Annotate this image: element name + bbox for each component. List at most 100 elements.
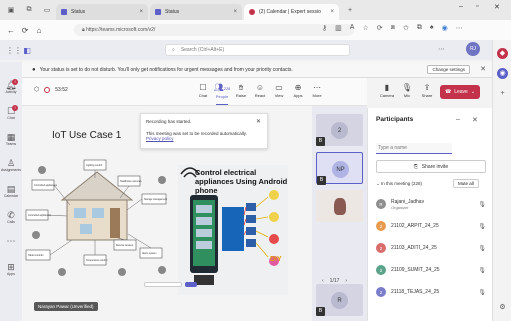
raise-hand-button[interactable]: ✋︎ Raise	[232, 82, 250, 98]
search-input[interactable]: ⌕ Search (Ctrl+Alt+E)	[165, 44, 350, 56]
participant-row[interactable]: 2 21102_ARPIT_24_25 🎙︎	[376, 220, 488, 232]
in-meeting-header[interactable]: ⌄ In this meeting (228)	[376, 181, 422, 187]
diagram-label: Temperature control	[86, 259, 108, 262]
video-tile[interactable]: R B	[316, 284, 363, 316]
close-toast-icon[interactable]: ✕	[256, 118, 261, 125]
apps-icon: ⊞	[7, 262, 15, 272]
new-tab-icon[interactable]: +	[343, 3, 357, 17]
tab-actions-icon[interactable]: ▭	[40, 3, 54, 17]
rail-item-apps[interactable]: ⊞ Apps	[0, 262, 22, 276]
privacy-policy-link[interactable]: Privacy policy	[146, 136, 174, 141]
url-input[interactable]: 🔒︎ https://teams.microsoft.com/v2/	[74, 24, 354, 36]
read-aloud-icon[interactable]: A	[350, 24, 355, 32]
video-tile-photo[interactable]	[316, 190, 363, 222]
rail-item-chat[interactable]: ☐ ! Chat	[0, 105, 22, 120]
browser-tab-strip: ▣ ⧉ ▭ Status × Status × (2) Calendar | E…	[0, 0, 511, 20]
more-button[interactable]: ⋯ More	[308, 82, 326, 98]
react-button[interactable]: ☺ React	[251, 82, 269, 98]
participant-photo	[334, 198, 346, 215]
diagram-label: Healthcare cameras	[120, 180, 142, 183]
mic-off-icon: B	[316, 307, 325, 316]
minimize-icon[interactable]: –	[459, 3, 463, 10]
browser-tab-calendar[interactable]: (2) Calendar | Expert sessio ×	[244, 4, 339, 20]
teams-favicon-icon	[155, 9, 161, 15]
browser-tab-status-2[interactable]: Status ×	[150, 4, 242, 20]
recording-toast: Recording has started. This meeting was …	[140, 113, 268, 149]
video-tile[interactable]: 2 B	[316, 114, 363, 146]
mic-button[interactable]: 🎙︎ Mic	[398, 82, 416, 98]
favorite-star-icon[interactable]: ☆	[362, 24, 368, 32]
user-avatar[interactable]: RJ	[466, 42, 480, 56]
chat-button[interactable]: ☐ Chat	[194, 82, 212, 98]
slide-input-field[interactable]	[144, 282, 182, 287]
profile-icon[interactable]: ▣	[4, 3, 18, 17]
close-window-icon[interactable]: ✕	[494, 3, 500, 11]
home-icon[interactable]: ⌂	[32, 26, 46, 35]
mic-off-icon[interactable]: 🎙︎	[478, 223, 486, 230]
rail-item-calendar[interactable]: ▤ Calendar	[0, 184, 22, 198]
participant-avatar: 2	[376, 265, 386, 275]
back-icon[interactable]: ←	[4, 26, 18, 35]
leave-button[interactable]: ☎ Leave ⌄	[440, 85, 480, 99]
chat-icon: ☐	[6, 106, 16, 116]
slide-action-button[interactable]	[185, 282, 197, 287]
participant-row[interactable]: R Rajani_Jadhav Organizer 🎙︎	[376, 198, 488, 210]
close-pane-icon[interactable]: ✕	[472, 116, 478, 124]
status-banner: ● Your status is set to do not disturb. …	[22, 62, 492, 78]
participant-row[interactable]: 2 21103_ADITI_24_25 🎙︎	[376, 242, 488, 254]
mic-off-icon[interactable]: 🎙︎	[478, 267, 486, 274]
rail-item-activity[interactable]: 🔔︎ ! Activity	[0, 79, 22, 94]
mic-off-icon[interactable]: 🎙︎	[478, 289, 486, 296]
edge-tool-icon[interactable]: ◆	[497, 48, 508, 59]
edge-outlook-icon[interactable]: ◉	[497, 68, 508, 79]
close-tab-icon[interactable]: ×	[139, 9, 143, 15]
refresh-page-icon[interactable]: ⟳	[377, 24, 383, 32]
extensions-icon[interactable]: ♠	[430, 24, 434, 32]
view-icon: ▭	[275, 83, 283, 92]
apps-grid-icon[interactable]: ⋮⋮	[6, 46, 22, 55]
key-icon[interactable]: ⚷	[322, 24, 327, 32]
participant-avatar: NP	[332, 161, 349, 178]
video-gallery: 2 B NP B ‹ 1/17 › R B	[312, 106, 367, 321]
refresh-icon[interactable]: ⟳	[18, 26, 32, 35]
apps-button[interactable]: ⊕ Apps	[289, 82, 307, 98]
video-tile-selected[interactable]: NP B	[316, 152, 363, 185]
copilot-icon[interactable]: ◉	[442, 24, 448, 32]
rail-item-teams[interactable]: ▦ Teams	[0, 132, 22, 146]
notification-badge: !	[12, 79, 18, 85]
maximize-icon[interactable]: ▫	[476, 3, 478, 10]
workspaces-icon[interactable]: ⧉	[22, 3, 36, 17]
participant-row[interactable]: 2 21118_TEJAS_24_25 🎙︎	[376, 286, 488, 298]
participant-search-input[interactable]: Type a name	[376, 143, 452, 154]
diagram-label: Alarm system	[142, 252, 156, 255]
edge-add-icon[interactable]: +	[497, 88, 508, 99]
search-icon: ⌕	[172, 47, 175, 53]
share-button[interactable]: ⇪ Share	[418, 82, 436, 98]
share-invite-button[interactable]: ⎘ Share invite	[376, 160, 486, 173]
more-options-icon[interactable]: ⋯	[438, 45, 445, 53]
favorites-icon[interactable]: ✩	[403, 24, 409, 32]
close-banner-icon[interactable]: ✕	[480, 65, 486, 73]
change-settings-button[interactable]: Change settings	[427, 65, 470, 74]
browser-tab-status-1[interactable]: Status ×	[56, 4, 148, 20]
view-button[interactable]: ▭ View	[270, 82, 288, 98]
collections-icon[interactable]: ⧉	[417, 24, 422, 32]
camera-button[interactable]: ▮ Camera	[378, 82, 396, 98]
mic-off-icon[interactable]: 🎙︎	[478, 201, 486, 208]
browser-menu-icon[interactable]: ⋯	[456, 24, 463, 32]
participant-avatar: 2	[376, 287, 386, 297]
close-tab-icon[interactable]: ×	[330, 9, 334, 15]
mic-off-icon[interactable]: 🎙︎	[478, 245, 486, 252]
rail-item-calls[interactable]: ✆ Calls	[0, 210, 22, 224]
minimize-pane-icon[interactable]: –	[456, 116, 460, 123]
split-screen-icon[interactable]: ▥	[335, 24, 342, 32]
rail-more-icon[interactable]: ⋯	[0, 236, 22, 246]
edge-settings-icon[interactable]: ⚙	[497, 302, 508, 313]
participant-row[interactable]: 2 21109_SUMIT_24_25 🎙︎	[376, 264, 488, 276]
people-button[interactable]: 👥︎228 People	[213, 82, 231, 105]
rail-item-assignments[interactable]: ♙ Assignments	[0, 158, 22, 172]
close-tab-icon[interactable]: ×	[233, 9, 237, 15]
mute-all-button[interactable]: Mute all	[453, 179, 479, 188]
split-tab-icon[interactable]: ⧈	[391, 24, 395, 32]
presenter-label: Narayan Pawar (Unverified)	[34, 302, 98, 311]
